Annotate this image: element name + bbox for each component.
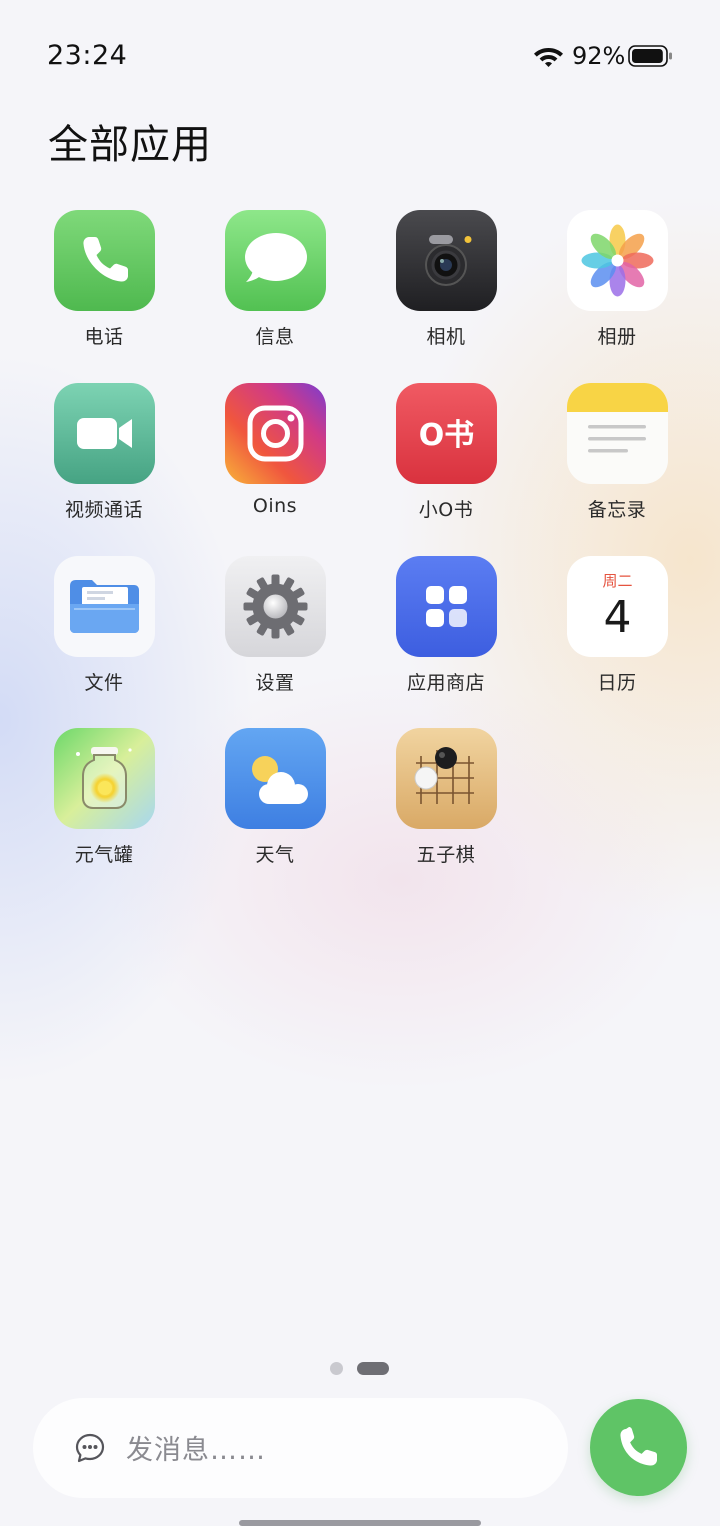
app-label: 视频通话 [64,499,143,521]
app-label: 小O书 [418,499,474,521]
call-button[interactable] [590,1399,687,1496]
app-photos[interactable]: 相册 [547,210,687,370]
message-input[interactable]: 发消息…… [33,1398,568,1498]
battery-icon [628,45,672,67]
app-label: 相机 [426,326,466,348]
battery-percent: 92% [572,42,626,70]
xiaoo-book-icon: O书 [396,383,497,484]
chat-bubble-icon [75,1433,105,1463]
app-video-call[interactable]: 视频通话 [34,383,174,543]
app-files[interactable]: 文件 [34,556,174,716]
app-store[interactable]: 应用商店 [376,556,516,716]
app-label: 日历 [597,672,637,694]
wifi-icon [534,48,563,67]
app-label: 相册 [597,326,637,348]
energy-jar-icon [54,728,155,829]
status-bar: 23:24 92% [0,0,720,110]
app-camera[interactable]: 相机 [376,210,516,370]
weather-sun-cloud-icon [225,728,326,829]
page-title: 全部应用 [48,122,212,168]
status-time: 23:24 [47,40,128,71]
gear-icon [225,556,326,657]
app-label: 电话 [84,326,124,348]
app-xiaoo-book[interactable]: O书 小O书 [376,383,516,543]
page-dot-2-active[interactable] [357,1362,389,1375]
phone-handset-icon [620,1427,657,1466]
message-bubble-icon [225,210,326,311]
app-label: 五子棋 [416,844,476,866]
app-energy-jar[interactable]: 元气罐 [34,728,174,888]
calendar-icon: 周二 4 [567,556,668,657]
gomoku-board-icon [396,728,497,829]
app-label: 应用商店 [406,672,485,694]
app-oins[interactable]: Oins [205,383,345,543]
app-label: 信息 [255,326,295,348]
xiaoo-icon-text: O书 [419,418,475,453]
app-weather[interactable]: 天气 [205,728,345,888]
notes-icon [567,383,668,484]
folder-icon [54,556,155,657]
app-label: 天气 [255,844,295,866]
video-camera-icon [54,383,155,484]
page-dot-1[interactable] [330,1362,343,1375]
calendar-weekday: 周二 [602,572,632,590]
app-notes[interactable]: 备忘录 [547,383,687,543]
camera-icon [396,210,497,311]
app-messages[interactable]: 信息 [205,210,345,370]
app-store-grid-icon [396,556,497,657]
app-calendar[interactable]: 周二 4 日历 [547,556,687,716]
app-label: 设置 [255,672,295,694]
instagram-camera-icon [225,383,326,484]
app-label: Oins [252,495,298,517]
phone-icon [54,210,155,311]
message-placeholder: 发消息…… [126,1435,266,1466]
app-label: 备忘录 [587,499,647,521]
app-label: 元气罐 [74,844,134,866]
page-indicator[interactable] [330,1362,400,1376]
app-gomoku[interactable]: 五子棋 [376,728,516,888]
calendar-day: 4 [604,592,632,643]
app-label: 文件 [84,672,124,694]
app-phone[interactable]: 电话 [34,210,174,370]
app-settings[interactable]: 设置 [205,556,345,716]
home-indicator[interactable] [239,1520,481,1526]
photos-flower-icon [567,210,668,311]
